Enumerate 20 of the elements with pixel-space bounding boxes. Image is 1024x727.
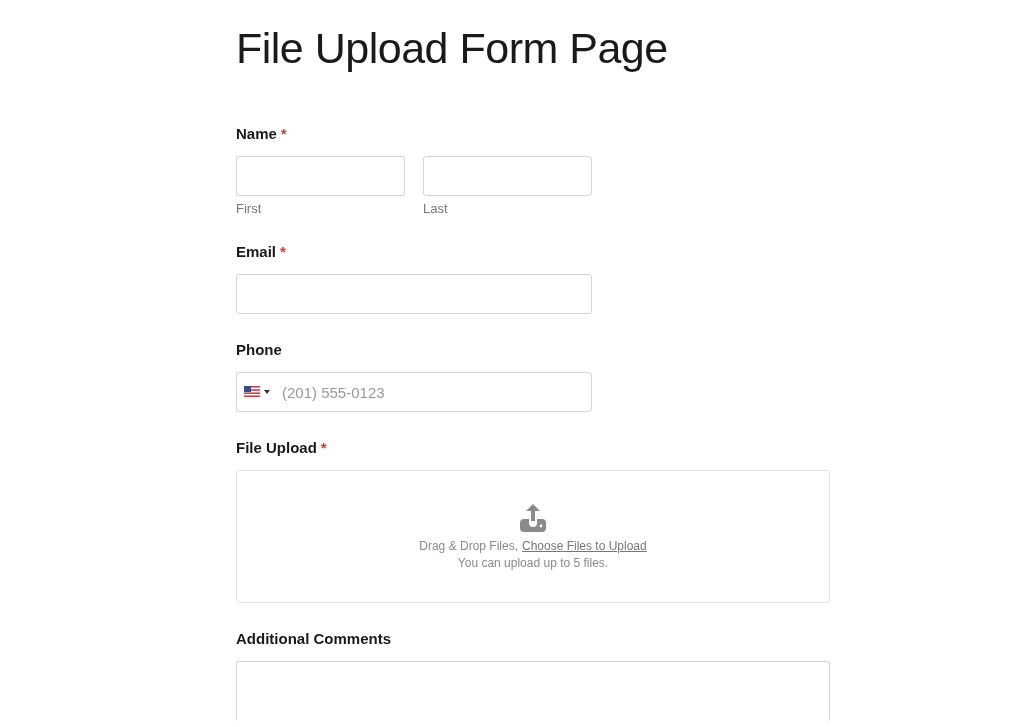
input-field[interactable] (423, 156, 592, 196)
page-title: File Upload Form Page (236, 23, 669, 74)
required-mark: * (280, 124, 287, 144)
input-field[interactable] (236, 274, 592, 314)
required-mark: * (280, 242, 286, 262)
field-label: Name (236, 124, 277, 144)
input-field[interactable] (236, 156, 405, 196)
required-mark: * (320, 438, 327, 458)
field-label: Phone (236, 340, 282, 360)
choose-files-link[interactable]: Choose Files to Upload (522, 538, 647, 553)
upload-hint: You can upload up to 5 files. (457, 555, 609, 570)
field-label: Additional Comments (236, 629, 391, 649)
upload-icon (520, 503, 546, 532)
sublabel: First (236, 201, 263, 216)
field-label: File Upload (236, 438, 317, 458)
comments-field[interactable] (236, 661, 830, 721)
drop-prompt: Drag & Drop Files, (419, 538, 518, 553)
drop-zone[interactable]: Drag & Drop Files, Choose Files to Upload You can upload up to 5 files. (236, 470, 830, 603)
field-label: Email (236, 242, 277, 262)
sublabel: Last (423, 201, 449, 216)
